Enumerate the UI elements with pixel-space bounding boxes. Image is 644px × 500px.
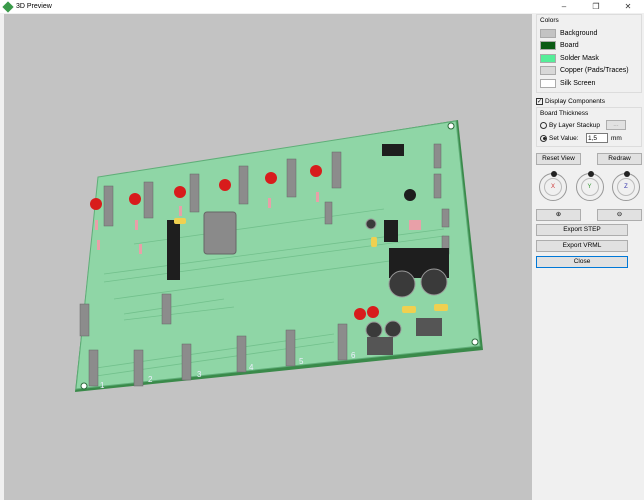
dial-handle[interactable] — [551, 170, 557, 177]
radio-label: Set Value: — [549, 134, 579, 142]
app-icon — [2, 0, 14, 13]
color-label: Solder Mask — [560, 54, 599, 62]
color-label: Board — [560, 42, 579, 50]
label-3: 3 — [197, 370, 202, 379]
export-step-button[interactable]: Export STEP — [536, 223, 628, 236]
label-6: 6 — [351, 351, 356, 360]
close-window-button[interactable]: ✕ — [612, 0, 644, 13]
zoom-in-button[interactable]: ⊕ — [536, 208, 581, 221]
zoom-out-button[interactable]: ⊖ — [597, 208, 642, 221]
3d-viewport[interactable]: 1 2 3 4 5 6 — [4, 14, 532, 500]
background-swatch[interactable] — [540, 28, 556, 38]
silk-screen-swatch[interactable] — [540, 78, 556, 88]
by-layer-stackup-radio[interactable]: By Layer Stackup... — [540, 120, 638, 131]
ic-small-2 — [384, 220, 398, 242]
y-label: Y — [580, 177, 599, 196]
checkbox-icon[interactable]: ✓ — [536, 97, 543, 105]
transistor — [404, 189, 416, 201]
color-silk-screen[interactable]: Silk Screen — [540, 77, 638, 90]
color-copper[interactable]: Copper (Pads/Traces) — [540, 65, 638, 78]
radio-icon[interactable] — [540, 134, 547, 142]
label-1: 1 — [100, 381, 105, 390]
display-components-label: Display Components — [545, 97, 605, 105]
colors-group: Colors Background Board Solder Mask Copp… — [536, 14, 642, 93]
title-bar: 3D Preview – ❐ ✕ — [0, 0, 644, 13]
solder-mask-swatch[interactable] — [540, 53, 556, 63]
label-2: 2 — [148, 375, 153, 384]
color-label: Background — [560, 29, 598, 37]
ic-small — [382, 144, 404, 156]
label-5: 5 — [299, 357, 304, 366]
ic-dip — [167, 220, 180, 280]
color-board[interactable]: Board — [540, 40, 638, 53]
z-label: Z — [617, 177, 635, 196]
minimize-button[interactable]: – — [548, 0, 580, 13]
thickness-input[interactable] — [586, 133, 608, 143]
dial-handle[interactable] — [624, 170, 630, 177]
color-label: Copper (Pads/Traces) — [560, 67, 629, 75]
pcb-3d-render: 1 2 3 4 5 6 — [75, 120, 483, 392]
settings-panel: Colors Background Board Solder Mask Copp… — [536, 14, 642, 500]
close-button[interactable]: Close — [536, 255, 628, 268]
board-thickness-group: Board Thickness By Layer Stackup... Set … — [536, 106, 642, 147]
restore-button[interactable]: ❐ — [580, 0, 612, 13]
rotate-y-dial[interactable]: Y — [575, 170, 604, 201]
radio-icon[interactable] — [540, 121, 547, 129]
board-thickness-label: Board Thickness — [540, 109, 589, 117]
rotate-z-dial[interactable]: Z — [612, 170, 640, 201]
label-4: 4 — [249, 363, 254, 372]
rotate-x-dial[interactable]: X — [539, 170, 567, 201]
display-components-checkbox[interactable]: ✓ Display Components — [536, 96, 642, 107]
stackup-button[interactable]: ... — [605, 120, 626, 130]
reset-view-button[interactable]: Reset View — [536, 152, 581, 165]
colors-label: Colors — [540, 17, 559, 24]
color-background[interactable]: Background — [540, 27, 638, 40]
color-label: Silk Screen — [560, 79, 596, 87]
unit-label: mm — [611, 134, 622, 142]
board-swatch[interactable] — [540, 41, 556, 51]
copper-swatch[interactable] — [540, 66, 556, 76]
dial-handle[interactable] — [587, 170, 594, 177]
color-solder-mask[interactable]: Solder Mask — [540, 52, 638, 65]
x-label: X — [544, 177, 562, 196]
crystal — [203, 211, 237, 255]
radio-label: By Layer Stackup — [549, 121, 600, 129]
export-vrml-button[interactable]: Export VRML — [536, 239, 628, 252]
set-value-radio[interactable]: Set Value: mm — [540, 133, 638, 144]
window-title: 3D Preview — [16, 3, 52, 10]
redraw-button[interactable]: Redraw — [597, 152, 642, 165]
